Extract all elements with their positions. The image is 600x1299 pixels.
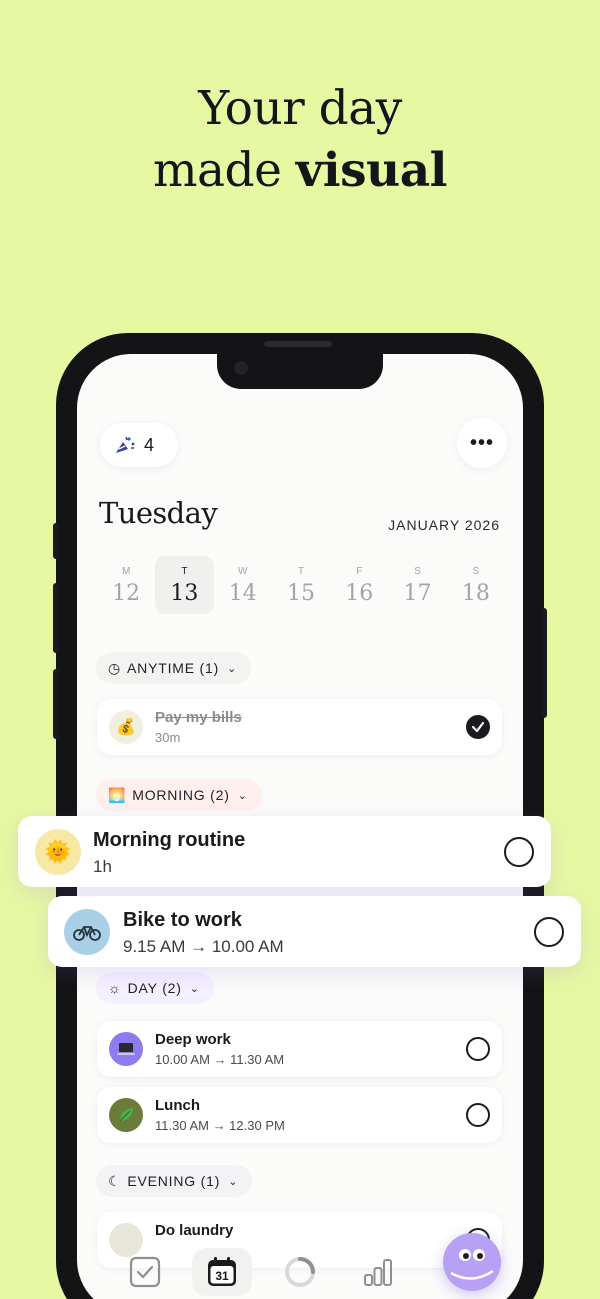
- complete-checkbox[interactable]: [466, 1037, 490, 1061]
- month-label[interactable]: JANUARY 2026: [388, 517, 500, 533]
- sun-icon: ☼: [108, 980, 122, 996]
- day-cell-13-selected[interactable]: T 13: [155, 556, 214, 614]
- volume-down-button: [53, 669, 59, 739]
- section-evening[interactable]: ☾ EVENING (1) ⌄: [96, 1165, 253, 1197]
- volume-up-button: [53, 583, 59, 653]
- headline-line-1: Your day: [198, 81, 402, 136]
- day-number: 15: [286, 581, 315, 606]
- task-title: Deep work: [155, 1031, 231, 1048]
- week-strip: M 12 T 13 W 14 T 15 F 16 S 17 S 18: [97, 556, 505, 614]
- section-anytime-label: ANYTIME (1): [127, 660, 220, 676]
- section-day[interactable]: ☼ DAY (2) ⌄: [96, 972, 214, 1004]
- speaker-grille: [264, 341, 332, 347]
- progress-ring-icon: [284, 1257, 315, 1287]
- complete-checkbox[interactable]: [534, 917, 564, 947]
- task-title: Lunch: [155, 1097, 200, 1114]
- chevron-down-icon: ⌄: [227, 662, 238, 675]
- checkmark-icon[interactable]: [466, 715, 490, 739]
- day-number: 13: [170, 581, 199, 606]
- calendar-day: 31: [216, 1269, 230, 1283]
- task-title: Pay my bills: [155, 709, 242, 726]
- tab-calendar[interactable]: 31: [192, 1248, 253, 1296]
- calendar-icon: 31: [208, 1257, 237, 1286]
- headline-bold: visual: [295, 143, 448, 198]
- day-letter: F: [356, 566, 363, 577]
- bicycle-icon: [64, 909, 110, 955]
- day-number: 14: [228, 581, 257, 606]
- task-time: 10.00 AM → 11.30 AM: [155, 1052, 285, 1067]
- task-time: 9.15 AM → 10.00 AM: [123, 937, 284, 956]
- sunrise-icon: 🌅: [108, 786, 127, 803]
- day-letter: S: [414, 566, 421, 577]
- day-cell-12[interactable]: M 12: [97, 556, 155, 614]
- notch: [217, 354, 383, 389]
- tab-bar: 31: [106, 1241, 494, 1299]
- chevron-down-icon: ⌄: [237, 789, 248, 802]
- sun-face-icon: 🌞: [35, 829, 81, 875]
- task-bike-to-work[interactable]: Bike to work 9.15 AM → 10.00 AM: [48, 896, 581, 967]
- chevron-down-icon: ⌄: [189, 982, 200, 995]
- task-morning-routine[interactable]: 🌞 Morning routine 1h: [18, 816, 551, 887]
- day-cell-15[interactable]: T 15: [272, 556, 330, 614]
- bar-chart-icon: [363, 1259, 392, 1286]
- task-deep-work[interactable]: Deep work 10.00 AM → 11.30 AM: [97, 1021, 502, 1077]
- task-duration: 30m: [155, 730, 181, 745]
- day-letter: M: [121, 566, 131, 577]
- day-letter: T: [297, 566, 305, 577]
- party-popper-icon: [116, 436, 135, 453]
- section-day-label: DAY (2): [127, 980, 182, 996]
- day-letter: T: [181, 566, 188, 577]
- day-number: 17: [403, 581, 432, 606]
- headline-plain: made: [152, 143, 296, 198]
- complete-checkbox[interactable]: [466, 1103, 490, 1127]
- day-cell-17[interactable]: S 17: [388, 556, 446, 614]
- laptop-icon: [109, 1032, 143, 1066]
- leaf-icon: [109, 1098, 143, 1132]
- silent-switch: [53, 523, 59, 559]
- power-button: [541, 608, 547, 718]
- section-anytime[interactable]: ◷ ANYTIME (1) ⌄: [96, 652, 252, 684]
- day-number: 12: [112, 581, 141, 606]
- day-cell-14[interactable]: W 14: [214, 556, 272, 614]
- tab-inbox[interactable]: [115, 1248, 175, 1296]
- checkbox-tab-icon: [129, 1256, 160, 1288]
- moon-icon: ☾: [108, 1172, 122, 1189]
- tab-stats[interactable]: [348, 1248, 408, 1296]
- money-bag-icon: 💰: [109, 710, 143, 744]
- headline-line-2: made visual: [0, 140, 600, 202]
- day-cell-16[interactable]: F 16: [330, 556, 388, 614]
- task-duration: 1h: [93, 857, 112, 876]
- task-title: Bike to work: [123, 909, 242, 931]
- mascot-face-icon: [450, 1249, 494, 1280]
- day-letter: S: [472, 566, 480, 577]
- streak-count: 4: [144, 434, 155, 455]
- task-title: Morning routine: [93, 829, 246, 851]
- task-lunch[interactable]: Lunch 11.30 AM → 12.30 PM: [97, 1087, 502, 1143]
- day-number: 16: [345, 581, 374, 606]
- complete-checkbox[interactable]: [504, 837, 534, 867]
- clock-icon: ◷: [108, 659, 122, 676]
- chevron-down-icon: ⌄: [228, 1175, 239, 1188]
- streak-badge[interactable]: 4: [100, 423, 178, 467]
- task-time: 11.30 AM → 12.30 PM: [155, 1118, 285, 1133]
- day-cell-18[interactable]: S 18: [447, 556, 505, 614]
- camera-icon: [234, 361, 248, 375]
- headline: Your day made visual: [0, 78, 600, 202]
- day-letter: W: [237, 566, 248, 577]
- section-morning[interactable]: 🌅 MORNING (2) ⌄: [96, 779, 262, 811]
- task-title: Do laundry: [155, 1222, 234, 1239]
- section-morning-label: MORNING (2): [132, 787, 230, 803]
- section-evening-label: EVENING (1): [127, 1173, 221, 1189]
- assistant-mascot-button[interactable]: [443, 1233, 501, 1291]
- tab-progress[interactable]: [270, 1248, 330, 1296]
- task-pay-bills[interactable]: 💰 Pay my bills 30m: [97, 699, 502, 755]
- weekday-title: Tuesday: [99, 496, 218, 530]
- day-number: 18: [461, 581, 490, 606]
- more-options-button[interactable]: •••: [457, 418, 507, 468]
